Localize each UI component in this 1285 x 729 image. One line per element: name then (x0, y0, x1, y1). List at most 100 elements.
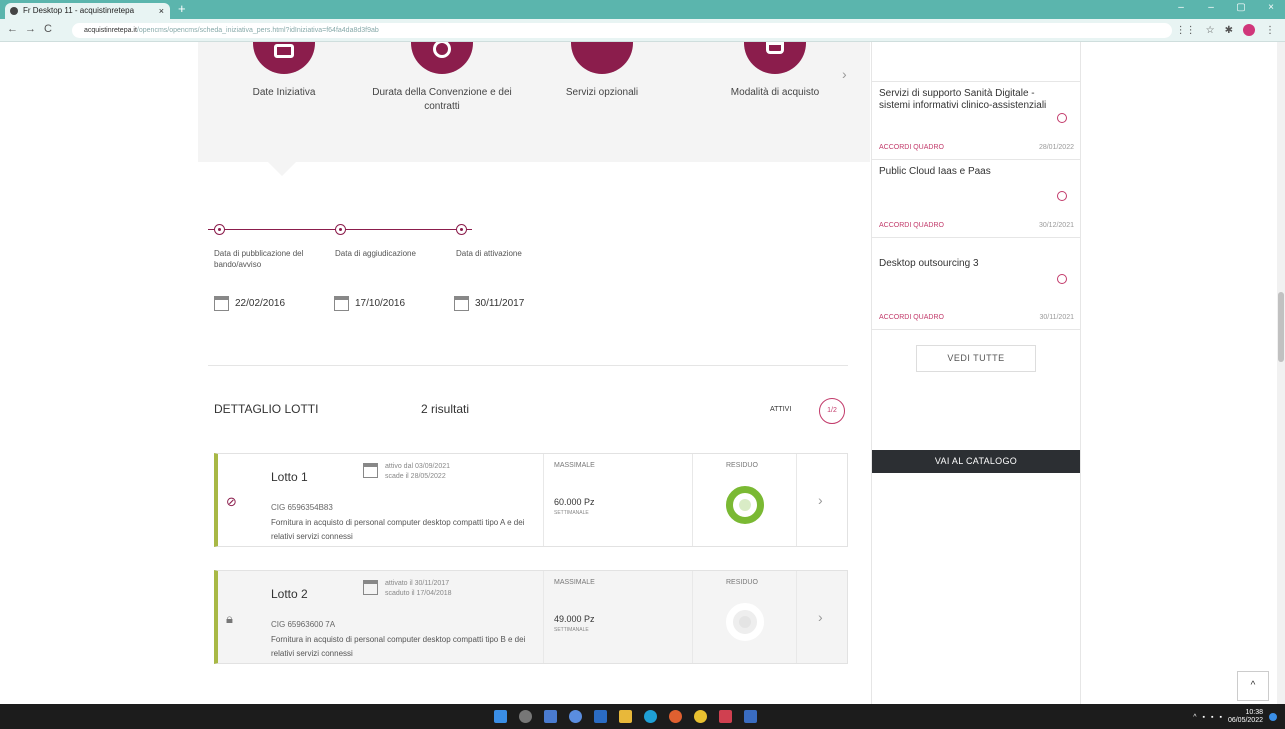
app-icon[interactable] (744, 710, 757, 723)
vai-al-catalogo-button[interactable]: VAI AL CATALOGO (872, 450, 1080, 473)
minimize-button[interactable]: – (1175, 2, 1187, 13)
network-icon[interactable]: ▪ (1203, 714, 1205, 721)
chevron-up-icon[interactable]: ^ (1193, 714, 1196, 721)
feature-label: Date Iniziativa (252, 87, 316, 98)
residuo-label: RESIDUO (726, 579, 758, 586)
timeline-dot (214, 224, 225, 235)
address-bar[interactable]: acquistinretepa.it/opencms/opencms/sched… (72, 23, 1172, 38)
volume-icon[interactable]: ▪ (1211, 714, 1213, 721)
chevron-right-icon[interactable]: › (818, 609, 823, 625)
section-divider (208, 365, 848, 366)
check-circle-icon: ⊘ (226, 494, 237, 509)
puzzle-icon[interactable]: ✱ (1225, 25, 1233, 36)
edge-icon[interactable] (644, 710, 657, 723)
sidebar-item-desktop-outsourcing[interactable]: Desktop outsourcing 3 ACCORDI QUADRO 30/… (872, 238, 1080, 330)
lot-description: Fornitura in acquisto di personal comput… (271, 635, 526, 658)
timeline-label: Data di pubblicazione del bando/avviso (214, 249, 304, 269)
chevron-right-icon[interactable]: › (818, 492, 823, 508)
browser-tab[interactable]: Fr Desktop 11 - acquistinretepa × (5, 3, 170, 19)
file-explorer-icon[interactable] (619, 710, 632, 723)
feature-label: Servizi opzionali (565, 87, 639, 98)
calendar-icon (363, 463, 378, 478)
features-next-icon[interactable]: › (842, 66, 847, 82)
profile-avatar[interactable] (1243, 24, 1255, 36)
url-host: acquistinretepa.it (84, 27, 137, 34)
lot-date-end: scade il 28/05/2022 (385, 473, 446, 480)
feature-durata[interactable]: Durata della Convenzione e dei contratti (372, 42, 512, 114)
scrollbar-thumb[interactable] (1278, 292, 1284, 362)
windows-taskbar: ^ ▪ ▪ ▪ 10:38 06/05/2022 (0, 704, 1285, 729)
massimale-value: 49.000 Pz (554, 614, 595, 624)
timeline-label: Data di attivazione (456, 249, 522, 258)
notification-icon[interactable] (1269, 713, 1277, 721)
lot-card-1[interactable]: ⊘ Lotto 1 attivo dal 03/09/2021 scade il… (214, 453, 848, 547)
system-tray: ^ ▪ ▪ ▪ 10:38 06/05/2022 (1193, 709, 1277, 725)
vedi-tutte-button[interactable]: VEDI TUTTE (916, 345, 1036, 372)
lot-dates: attivato il 30/11/2017 scaduto il 17/04/… (385, 579, 452, 599)
taskbar-apps (494, 710, 757, 723)
app-icon[interactable] (719, 710, 732, 723)
sidebar-item-title: Servizi di supporto Sanità Digitale - si… (879, 88, 1047, 111)
battery-icon[interactable]: ▪ (1219, 714, 1221, 721)
windows-start-icon[interactable] (494, 710, 507, 723)
maximize-button[interactable]: ▢ (1235, 2, 1247, 13)
forward-button[interactable]: → (25, 23, 36, 35)
dettaglio-lotti-title: DETTAGLIO LOTTI (214, 402, 319, 416)
sidebar-item-category: ACCORDI QUADRO (879, 144, 944, 151)
feature-modalita-acquisto[interactable]: Modalità di acquisto (705, 42, 845, 100)
page-scrollbar[interactable] (1277, 42, 1285, 704)
lot-cig: CIG 6596354B83 (271, 503, 333, 512)
reload-button[interactable]: C (44, 23, 52, 35)
date-value: 22/02/2016 (235, 298, 286, 309)
extensions-icon[interactable]: ⋮⋮ (1176, 25, 1196, 36)
restore-button[interactable]: – (1205, 2, 1217, 13)
massimale-label: MASSIMALE (554, 579, 595, 586)
favicon-icon (10, 7, 18, 15)
task-view-icon[interactable] (544, 710, 557, 723)
tab-close-icon[interactable]: × (159, 3, 164, 19)
star-icon[interactable]: ☆ (1206, 25, 1215, 36)
widgets-icon[interactable] (594, 710, 607, 723)
firefox-icon[interactable] (669, 710, 682, 723)
system-clock[interactable]: 10:38 06/05/2022 (1228, 709, 1263, 725)
browser-toolbar: ← → C acquistinretepa.it/opencms/opencms… (0, 19, 1285, 42)
close-window-button[interactable]: × (1265, 2, 1277, 13)
feature-label: Modalità di acquisto (730, 87, 820, 98)
new-tab-button[interactable]: + (178, 2, 186, 16)
calendar-icon (363, 580, 378, 595)
back-button[interactable]: ← (7, 23, 18, 35)
massimale-unit: SETTIMANALE (554, 510, 589, 516)
cart-icon (744, 42, 806, 74)
column-divider (692, 454, 693, 546)
sidebar-item-sanita-digitale[interactable]: Servizi di supporto Sanità Digitale - si… (872, 82, 1080, 160)
feature-servizi-opzionali[interactable]: Servizi opzionali (532, 42, 672, 100)
column-divider (796, 454, 797, 546)
lot-date-end: scaduto il 17/04/2018 (385, 590, 452, 597)
calendar-icon (334, 296, 349, 311)
calendar-icon (214, 296, 229, 311)
feature-date-iniziativa[interactable]: Date Iniziativa (214, 42, 354, 100)
timeline-dot (335, 224, 346, 235)
lock-icon: 🔒︎ (226, 611, 233, 626)
massimale-label: MASSIMALE (554, 462, 595, 469)
massimale-unit: SETTIMANALE (554, 627, 589, 633)
check-circle-icon (1057, 112, 1067, 123)
check-circle-icon (1057, 274, 1067, 285)
residuo-donut-icon (726, 603, 764, 641)
chrome-icon[interactable] (694, 710, 707, 723)
services-icon (571, 42, 633, 74)
date-value: 17/10/2016 (355, 298, 406, 309)
date-value: 30/11/2017 (475, 298, 525, 309)
check-circle-icon (1057, 190, 1067, 201)
search-icon[interactable] (519, 710, 532, 723)
chat-icon[interactable] (569, 710, 582, 723)
menu-icon[interactable]: ⋮ (1265, 25, 1275, 36)
active-filter-toggle[interactable]: 1/2 (819, 398, 845, 424)
lot-card-2[interactable]: 🔒︎ Lotto 2 attivato il 30/11/2017 scadut… (214, 570, 848, 664)
sidebar-item-public-cloud[interactable]: Public Cloud Iaas e Paas ACCORDI QUADRO … (872, 160, 1080, 238)
clock-icon (411, 42, 473, 74)
sidebar-item-date: 30/12/2021 (1038, 222, 1074, 229)
related-initiatives-sidebar: Servizi di supporto Sanità Digitale - si… (871, 42, 1081, 704)
scroll-to-top-button[interactable]: ^ (1237, 671, 1269, 701)
sidebar-item-title: Desktop outsourcing 3 (879, 258, 979, 269)
